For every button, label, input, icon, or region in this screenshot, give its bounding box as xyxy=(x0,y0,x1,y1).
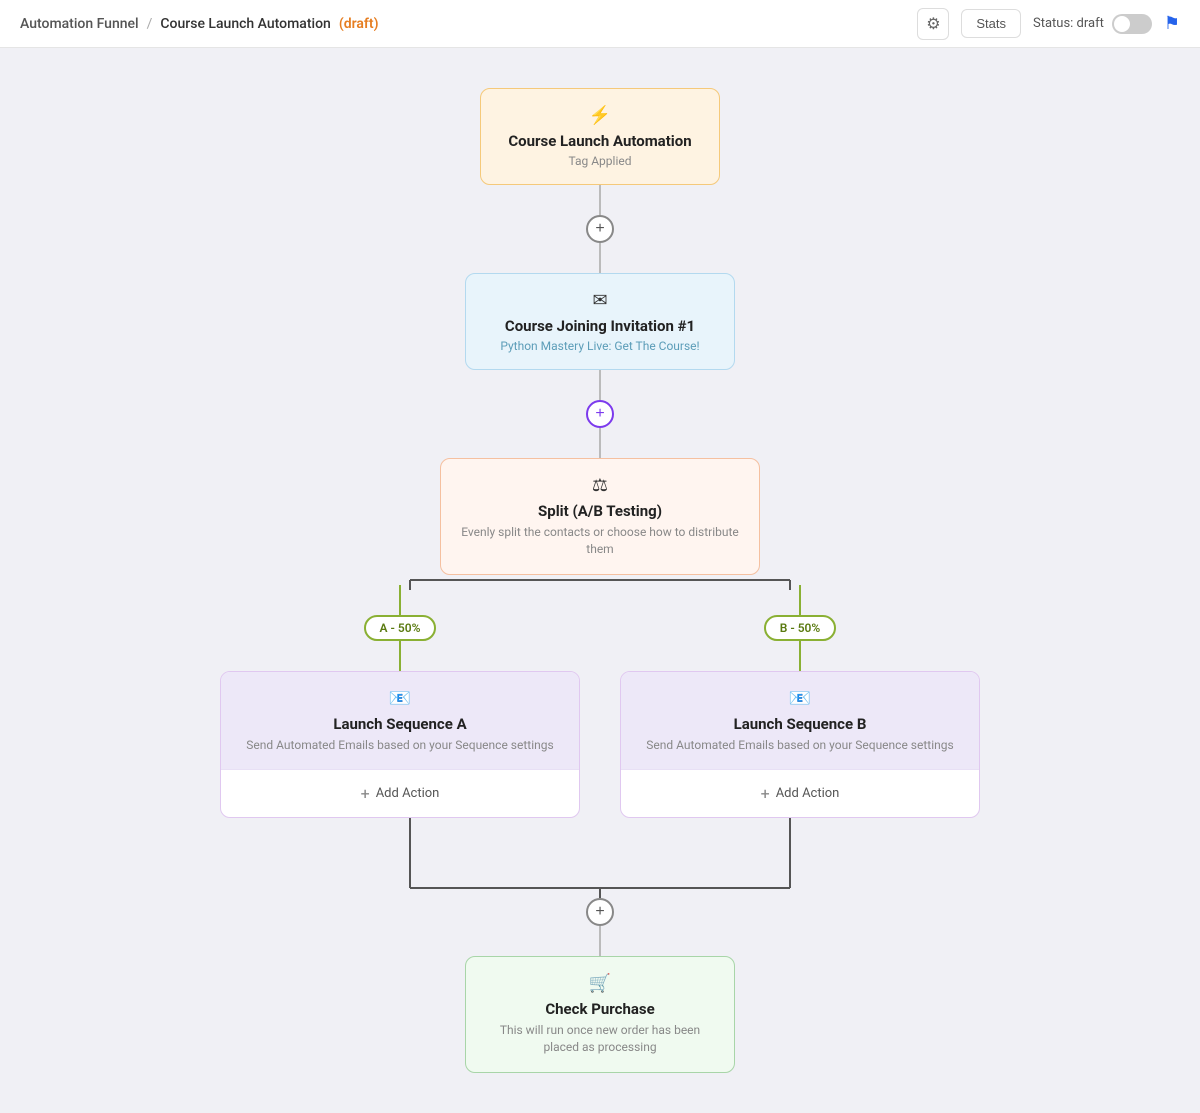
plus-icon-a: + xyxy=(361,784,370,803)
trigger-node-wrapper: ⚡ Course Launch Automation Tag Applied xyxy=(480,88,720,185)
email-icon: ✉ xyxy=(486,290,714,311)
plus-icon-b: + xyxy=(761,784,770,803)
line-2 xyxy=(599,243,601,273)
header-actions: ⚙ Stats Status: draft ⚑ xyxy=(917,8,1180,40)
email-title: Course Joining Invitation #1 xyxy=(486,317,714,335)
branch-b-label: B - 50% xyxy=(764,615,837,641)
connector-1: + xyxy=(586,185,614,273)
connector-2: + xyxy=(586,370,614,458)
seq-b-title: Launch Sequence B xyxy=(641,715,959,733)
split-node[interactable]: ⚖ Split (A/B Testing) Evenly split the c… xyxy=(440,458,760,575)
trigger-title: Course Launch Automation xyxy=(501,132,699,150)
add-action-b-label: Add Action xyxy=(776,786,840,801)
sequence-b-inner: 📧 Launch Sequence B Send Automated Email… xyxy=(621,672,979,770)
email-node[interactable]: ✉ Course Joining Invitation #1 Python Ma… xyxy=(465,273,735,370)
add-action-a-button[interactable]: + Add Action xyxy=(221,769,579,817)
page-name: Course Launch Automation xyxy=(160,16,330,32)
branches-row: A - 50% 📧 Launch Sequence A Send Automat… xyxy=(220,585,980,819)
seq-a-title: Launch Sequence A xyxy=(241,715,559,733)
automation-canvas: ⚡ Course Launch Automation Tag Applied +… xyxy=(0,48,1200,1113)
flag-icon[interactable]: ⚑ xyxy=(1164,13,1180,34)
branch-svg xyxy=(220,580,980,590)
split-subtitle: Evenly split the contacts or choose how … xyxy=(461,524,739,558)
split-icon: ⚖ xyxy=(461,475,739,496)
funnel-link[interactable]: Automation Funnel xyxy=(20,16,139,32)
status-label: Status: draft xyxy=(1033,16,1104,31)
check-node-wrapper: 🛒 Check Purchase This will run once new … xyxy=(465,956,735,1073)
check-icon: 🛒 xyxy=(486,973,714,994)
status-toggle[interactable] xyxy=(1112,14,1152,34)
sequence-a-inner: 📧 Launch Sequence A Send Automated Email… xyxy=(221,672,579,770)
header: Automation Funnel / Course Launch Automa… xyxy=(0,0,1200,48)
add-action-btn-1[interactable]: + xyxy=(586,215,614,243)
sequence-b-card[interactable]: 📧 Launch Sequence B Send Automated Email… xyxy=(620,671,980,819)
email-node-wrapper: ✉ Course Joining Invitation #1 Python Ma… xyxy=(465,273,735,370)
branch-line-area xyxy=(220,575,980,585)
draft-badge: (draft) xyxy=(339,16,379,32)
seq-b-icon: 📧 xyxy=(641,688,959,709)
seq-b-subtitle: Send Automated Emails based on your Sequ… xyxy=(641,737,959,754)
connector-3: + xyxy=(586,898,614,956)
branch-a-label: A - 50% xyxy=(364,615,437,641)
branch-a-line-bot xyxy=(399,641,401,671)
merge-svg xyxy=(220,818,980,898)
split-title: Split (A/B Testing) xyxy=(461,502,739,520)
status-row: Status: draft xyxy=(1033,14,1152,34)
trigger-subtitle: Tag Applied xyxy=(501,154,699,168)
split-node-wrapper: ⚖ Split (A/B Testing) Evenly split the c… xyxy=(440,458,760,575)
add-action-btn-3[interactable]: + xyxy=(586,898,614,926)
gear-icon: ⚙ xyxy=(926,14,940,34)
line-5 xyxy=(599,926,601,956)
breadcrumb-separator: / xyxy=(147,16,153,32)
add-action-a-label: Add Action xyxy=(376,786,440,801)
trigger-icon: ⚡ xyxy=(501,105,699,126)
check-subtitle: This will run once new order has been pl… xyxy=(486,1022,714,1056)
breadcrumb: Automation Funnel / Course Launch Automa… xyxy=(20,16,379,32)
line-4 xyxy=(599,428,601,458)
line-1 xyxy=(599,185,601,215)
add-action-btn-2[interactable]: + xyxy=(586,400,614,428)
check-node[interactable]: 🛒 Check Purchase This will run once new … xyxy=(465,956,735,1073)
line-3 xyxy=(599,370,601,400)
seq-a-icon: 📧 xyxy=(241,688,559,709)
branch-b: B - 50% 📧 Launch Sequence B Send Automat… xyxy=(620,585,980,819)
trigger-node[interactable]: ⚡ Course Launch Automation Tag Applied xyxy=(480,88,720,185)
branch-b-line-bot xyxy=(799,641,801,671)
branch-a: A - 50% 📧 Launch Sequence A Send Automat… xyxy=(220,585,580,819)
sequence-a-card[interactable]: 📧 Launch Sequence A Send Automated Email… xyxy=(220,671,580,819)
merge-area xyxy=(220,818,980,898)
settings-button[interactable]: ⚙ xyxy=(917,8,949,40)
seq-a-subtitle: Send Automated Emails based on your Sequ… xyxy=(241,737,559,754)
check-title: Check Purchase xyxy=(486,1000,714,1018)
add-action-b-button[interactable]: + Add Action xyxy=(621,769,979,817)
email-subtitle: Python Mastery Live: Get The Course! xyxy=(486,339,714,353)
stats-button[interactable]: Stats xyxy=(961,9,1021,38)
